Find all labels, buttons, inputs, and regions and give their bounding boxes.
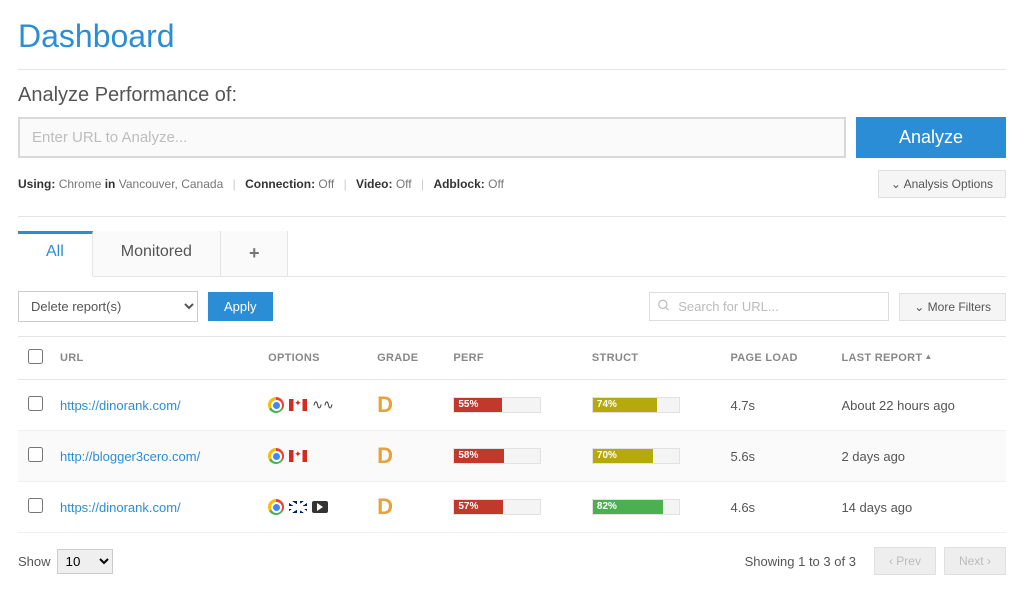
struct-bar: 82%	[592, 499, 680, 515]
tab-monitored[interactable]: Monitored	[93, 231, 221, 276]
col-last-report[interactable]: LAST REPORT▲	[833, 337, 1006, 380]
chevron-down-icon: ⌄	[914, 300, 924, 314]
page-load-value: 4.7s	[722, 380, 833, 431]
last-report-value: About 22 hours ago	[833, 380, 1006, 431]
url-link[interactable]: https://dinorank.com/	[60, 398, 181, 413]
url-link[interactable]: http://blogger3cero.com/	[60, 449, 200, 464]
row-checkbox[interactable]	[28, 447, 43, 462]
col-struct[interactable]: STRUCT	[584, 337, 723, 380]
grade-badge: D	[377, 494, 393, 519]
showing-text: Showing 1 to 3 of 3	[745, 554, 856, 569]
chrome-icon	[268, 499, 284, 515]
url-input[interactable]	[18, 117, 846, 158]
sort-asc-icon: ▲	[924, 352, 932, 361]
last-report-value: 14 days ago	[833, 482, 1006, 533]
canada-flag-icon	[289, 450, 307, 462]
table-row: https://dinorank.com/D 57% 82% 4.6s14 days …	[18, 482, 1006, 533]
analysis-options-button[interactable]: ⌄ Analysis Options	[878, 170, 1006, 198]
prev-button[interactable]: ‹ Prev	[874, 547, 936, 575]
chevron-right-icon: ›	[987, 554, 991, 568]
perf-bar: 55%	[453, 397, 541, 413]
chrome-icon	[268, 397, 284, 413]
options-icons	[268, 499, 361, 515]
page-load-value: 4.6s	[722, 482, 833, 533]
grade-badge: D	[377, 392, 393, 417]
uk-flag-icon	[289, 501, 307, 513]
video-icon	[312, 501, 328, 513]
analyze-label: Analyze Performance of:	[18, 84, 1006, 107]
page-load-value: 5.6s	[722, 431, 833, 482]
tab-add[interactable]: +	[221, 231, 289, 276]
apply-button[interactable]: Apply	[208, 292, 273, 321]
last-report-value: 2 days ago	[833, 431, 1006, 482]
col-url[interactable]: URL	[52, 337, 260, 380]
url-link[interactable]: https://dinorank.com/	[60, 500, 181, 515]
canada-flag-icon	[289, 399, 307, 411]
page-title: Dashboard	[18, 18, 1006, 55]
search-icon	[657, 298, 671, 315]
row-checkbox[interactable]	[28, 498, 43, 513]
col-page-load[interactable]: PAGE LOAD	[722, 337, 833, 380]
grade-badge: D	[377, 443, 393, 468]
select-all-checkbox[interactable]	[28, 349, 43, 364]
perf-bar: 58%	[453, 448, 541, 464]
next-button[interactable]: Next ›	[944, 547, 1006, 575]
divider	[18, 69, 1006, 70]
col-grade[interactable]: GRADE	[369, 337, 445, 380]
tab-all[interactable]: All	[18, 231, 93, 277]
search-input[interactable]	[649, 292, 889, 321]
col-options[interactable]: OPTIONS	[260, 337, 369, 380]
chevron-down-icon: ⌄	[891, 177, 901, 191]
perf-bar: 57%	[453, 499, 541, 515]
struct-bar: 70%	[592, 448, 680, 464]
show-label: Show	[18, 554, 51, 569]
options-icons	[268, 448, 361, 464]
col-perf[interactable]: PERF	[445, 337, 584, 380]
row-checkbox[interactable]	[28, 396, 43, 411]
table-row: http://blogger3cero.com/D 58% 70% 5.6s2 day…	[18, 431, 1006, 482]
analyze-button[interactable]: Analyze	[856, 117, 1006, 158]
analysis-meta: Using: Chrome in Vancouver, Canada | Con…	[18, 177, 504, 191]
chrome-icon	[268, 448, 284, 464]
bulk-action-select[interactable]: Delete report(s)	[18, 291, 198, 322]
per-page-select[interactable]: 10	[57, 549, 113, 574]
options-icons: ∿∿	[268, 397, 361, 413]
more-filters-button[interactable]: ⌄ More Filters	[899, 293, 1006, 321]
struct-bar: 74%	[592, 397, 680, 413]
chevron-left-icon: ‹	[889, 554, 893, 568]
table-row: https://dinorank.com/ ∿∿ D 55% 74% 4.7sAbout …	[18, 380, 1006, 431]
pulse-icon: ∿∿	[312, 398, 334, 413]
divider	[18, 216, 1006, 217]
